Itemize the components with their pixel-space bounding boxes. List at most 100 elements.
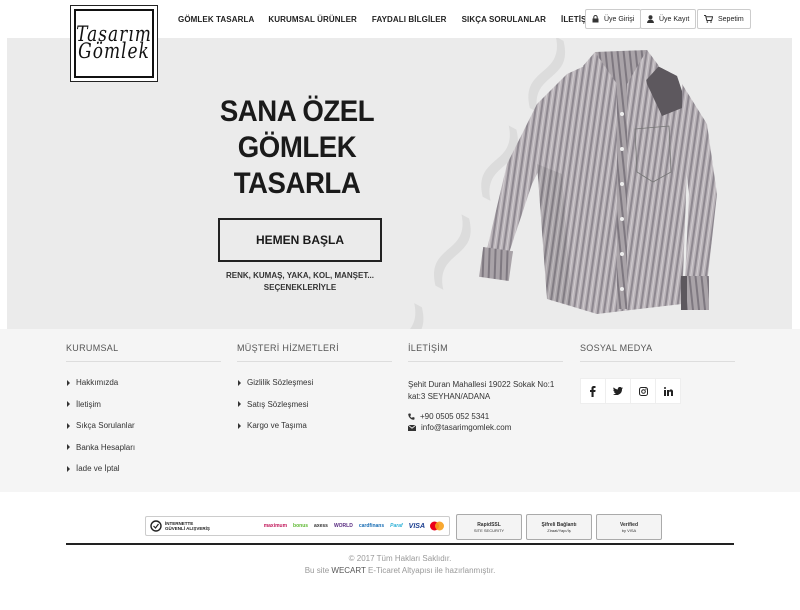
cart-icon [704, 15, 713, 23]
footer-link-iade[interactable]: İade ve İptal [66, 464, 221, 473]
social-links [580, 378, 735, 404]
rapidssl-badge[interactable]: RapidSSL SITE SECURITY [456, 514, 522, 540]
brand-cardfinans: cardfinans [358, 523, 385, 529]
footer-link-gizlilik[interactable]: Gizlilik Sözleşmesi [237, 378, 392, 387]
wecart-link[interactable]: WECART [331, 566, 365, 575]
hero-subtitle: RENK, KUMAŞ, YAKA, KOL, MANŞET... SEÇENE… [207, 270, 393, 294]
site-footer: KURUMSAL Hakkımızda İletişim Sıkça Sorul… [0, 329, 800, 492]
user-icon [647, 15, 654, 23]
instagram-icon[interactable] [630, 378, 656, 404]
footer-col-sosyal: SOSYAL MEDYA [580, 343, 735, 404]
phone-text: +90 0505 052 5341 [420, 412, 490, 421]
footer-link-label: Hakkımızda [76, 378, 119, 387]
mastercard-icon [430, 521, 444, 531]
footer-col-kurumsal: KURUMSAL Hakkımızda İletişim Sıkça Sorul… [66, 343, 221, 486]
linkedin-icon[interactable] [655, 378, 681, 404]
cart-label: Sepetim [718, 15, 744, 23]
brand-world: WORLD [333, 523, 353, 529]
footer-address: Şehit Duran Mahallesi 19022 Sokak No:1 k… [408, 379, 563, 403]
footer-link-sss[interactable]: Sıkça Sorulanlar [66, 421, 221, 430]
envelope-icon [408, 424, 416, 431]
copyright-line1: © 2017 Tüm Hakları Saklıdır. [348, 554, 452, 563]
nav-sikca-sorulanlar[interactable]: SIKÇA SORULANLAR [462, 15, 546, 24]
encrypted-badge[interactable]: Şifreli Bağlantı Ziraat/Yapı/İş [526, 514, 592, 540]
caret-right-icon [238, 401, 241, 407]
footer-link-label: İletişim [76, 399, 101, 409]
address-line2: kat:3 SEYHAN/ADANA [408, 392, 491, 401]
secure-shopping-icon [150, 520, 162, 532]
encrypted-sub: Ziraat/Yapı/İş [547, 527, 571, 533]
footer-title-kurumsal: KURUMSAL [66, 343, 221, 362]
payment-badge: İNTERNETTE GÜVENLİ ALIŞVERİŞ maximum bon… [145, 516, 450, 536]
footer-phone[interactable]: +90 0505 052 5341 [408, 412, 563, 421]
footer-link-banka[interactable]: Banka Hesapları [66, 443, 221, 452]
brand-visa: VISA [408, 522, 425, 530]
address-line1: Şehit Duran Mahallesi 19022 Sokak No:1 [408, 380, 555, 389]
login-button[interactable]: Üye Girişi [585, 9, 642, 29]
footer-col-iletisim: İLETİŞİM Şehit Duran Mahallesi 19022 Sok… [408, 343, 563, 432]
footer-link-label: Kargo ve Taşıma [247, 421, 307, 430]
powered-pre: Bu site [304, 566, 330, 575]
powered-post: E-Ticaret Altyapısı ile hazırlanmıştır. [368, 566, 496, 575]
footer-link-label: Gizlilik Sözleşmesi [247, 378, 314, 387]
footer-link-label: Satış Sözleşmesi [247, 399, 309, 409]
verified-by-visa-badge[interactable]: Verified by VISA [596, 514, 662, 540]
rapidssl-sub: SITE SECURITY [473, 527, 505, 533]
email-text: info@tasarimgomlek.com [421, 423, 512, 432]
register-button[interactable]: Üye Kayıt [640, 9, 697, 29]
caret-right-icon [67, 444, 70, 450]
brand-maximum: maximum [263, 523, 288, 529]
shirt-image [479, 50, 717, 314]
hero-title-line2: GÖMLEK [237, 131, 357, 164]
hero-subtitle-line2: SEÇENEKLERİYLE [263, 283, 337, 292]
footer-email[interactable]: info@tasarimgomlek.com [408, 423, 563, 432]
twitter-icon[interactable] [605, 378, 631, 404]
site-logo[interactable]: Tasarım Gömlek [70, 5, 158, 82]
nav-kurumsal-urunler[interactable]: KURUMSAL ÜRÜNLER [268, 15, 357, 24]
register-label: Üye Kayıt [659, 15, 690, 23]
nav-faydali-bilgiler[interactable]: FAYDALI BİLGİLER [372, 15, 447, 24]
secure-line2: GÜVENLİ ALIŞVERİŞ [165, 526, 210, 531]
login-label: Üye Girişi [604, 15, 635, 23]
footer-title-sosyal: SOSYAL MEDYA [580, 343, 735, 362]
security-badges: İNTERNETTE GÜVENLİ ALIŞVERİŞ maximum bon… [0, 514, 800, 540]
footer-title-musteri: MÜŞTERİ HİZMETLERİ [237, 343, 392, 362]
caret-right-icon [67, 422, 70, 429]
site-header: Tasarım Gömlek GÖMLEK TASARLA KURUMSAL Ü… [0, 0, 800, 82]
footer-col-musteri: MÜŞTERİ HİZMETLERİ Gizlilik Sözleşmesi S… [237, 343, 392, 443]
brand-axess: axess [314, 523, 328, 529]
footer-link-label: İade ve İptal [76, 464, 120, 473]
logo-text-line2: Gömlek [78, 38, 150, 64]
caret-right-icon [238, 379, 241, 386]
hero-title-line1: SANA ÖZEL [219, 95, 375, 128]
facebook-icon[interactable] [580, 378, 606, 404]
brand-bonus: bonus [293, 523, 309, 529]
phone-icon [408, 413, 415, 420]
main-nav: GÖMLEK TASARLA KURUMSAL ÜRÜNLER FAYDALI … [178, 0, 611, 38]
footer-link-label: Banka Hesapları [76, 442, 136, 452]
caret-right-icon [67, 401, 70, 407]
hero-title: SANA ÖZEL GÖMLEK TASARLA [214, 94, 380, 202]
brand-paraf: Paraf [390, 523, 403, 529]
cart-button[interactable]: Sepetim [697, 9, 751, 29]
footer-divider [66, 543, 734, 545]
footer-link-label: Sıkça Sorulanlar [76, 421, 135, 430]
caret-right-icon [67, 379, 70, 386]
verified-sub: by VISA [621, 527, 637, 533]
caret-right-icon [238, 422, 241, 429]
logo-frame: Tasarım Gömlek [74, 9, 154, 78]
hero-subtitle-line1: RENK, KUMAŞ, YAKA, KOL, MANŞET... [225, 271, 374, 280]
footer-link-iletisim[interactable]: İletişim [66, 400, 221, 409]
footer-link-kargo[interactable]: Kargo ve Taşıma [237, 421, 392, 430]
footer-link-hakkimizda[interactable]: Hakkımızda [66, 378, 221, 387]
copyright: © 2017 Tüm Hakları Saklıdır. Bu site WEC… [0, 553, 800, 577]
hero-title-line3: TASARLA [233, 167, 361, 200]
hemen-basla-button[interactable]: HEMEN BAŞLA [218, 218, 382, 262]
secure-shopping-text: İNTERNETTE GÜVENLİ ALIŞVERİŞ [165, 521, 210, 531]
footer-link-satis[interactable]: Satış Sözleşmesi [237, 400, 392, 409]
copyright-line2: Bu site WECART E-Ticaret Altyapısı ile h… [0, 565, 800, 577]
caret-right-icon [67, 465, 70, 472]
lock-icon [592, 15, 599, 23]
footer-title-iletisim: İLETİŞİM [408, 343, 563, 362]
nav-gomlek-tasarla[interactable]: GÖMLEK TASARLA [178, 15, 254, 24]
